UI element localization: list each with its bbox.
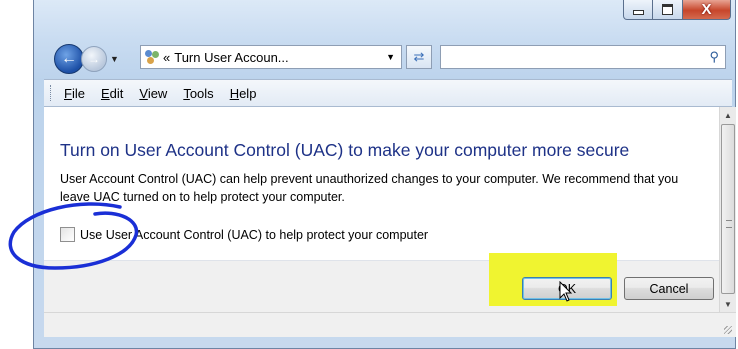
menu-grip [50, 85, 54, 101]
page-title: Turn on User Account Control (UAC) to ma… [60, 140, 630, 160]
control-panel-window: X ← → ▼ « Turn User Accoun... ▼ ⇄ ⚲ File… [33, 0, 736, 349]
users-icon [144, 49, 160, 65]
menu-tools[interactable]: Tools [183, 86, 213, 101]
description-text: User Account Control (UAC) can help prev… [60, 172, 679, 204]
uac-checkbox-row[interactable]: Use User Account Control (UAC) to help p… [60, 227, 428, 242]
menu-help[interactable]: Help [230, 86, 257, 101]
forward-button[interactable]: → [81, 46, 107, 72]
status-bar [44, 312, 736, 337]
search-input[interactable]: ⚲ [440, 45, 726, 69]
content-pane: Turn on User Account Control (UAC) to ma… [44, 107, 719, 312]
search-icon[interactable]: ⚲ [709, 49, 719, 65]
cancel-button[interactable]: Cancel [624, 277, 714, 300]
address-dropdown-icon[interactable]: ▼ [386, 52, 395, 62]
recent-pages-dropdown[interactable]: ▼ [110, 54, 119, 64]
minimize-icon [632, 10, 644, 15]
uac-checkbox[interactable] [60, 227, 75, 242]
breadcrumb-overflow[interactable]: « [163, 50, 170, 65]
uac-checkbox-label[interactable]: Use User Account Control (UAC) to help p… [80, 228, 428, 242]
scroll-down-icon[interactable]: ▼ [720, 296, 736, 312]
minimize-button[interactable] [623, 0, 653, 20]
forward-arrow-icon: → [88, 52, 100, 66]
scroll-thumb[interactable] [721, 124, 735, 294]
maximize-icon [662, 4, 673, 15]
refresh-button[interactable]: ⇄ [406, 45, 432, 69]
address-text[interactable]: Turn User Accoun... [174, 50, 386, 65]
menu-edit[interactable]: Edit [101, 86, 123, 101]
menu-file[interactable]: File [64, 86, 85, 101]
address-bar[interactable]: « Turn User Accoun... ▼ [140, 45, 402, 69]
caption-buttons: X [623, 0, 731, 20]
close-button[interactable]: X [683, 0, 731, 20]
button-bar [44, 261, 719, 312]
close-icon: X [701, 1, 712, 18]
resize-grip[interactable] [724, 326, 732, 334]
menu-bar: File Edit View Tools Help [44, 79, 732, 107]
back-button[interactable]: ← [54, 44, 84, 74]
scroll-up-icon[interactable]: ▲ [720, 107, 736, 123]
refresh-icon: ⇄ [413, 49, 425, 64]
mouse-pointer-icon [559, 281, 573, 302]
vertical-scrollbar[interactable]: ▲ ▼ [719, 107, 736, 312]
maximize-button[interactable] [653, 0, 683, 20]
navigation-buttons: ← → ▼ [54, 44, 119, 74]
back-arrow-icon: ← [61, 50, 77, 67]
menu-view[interactable]: View [139, 86, 167, 101]
